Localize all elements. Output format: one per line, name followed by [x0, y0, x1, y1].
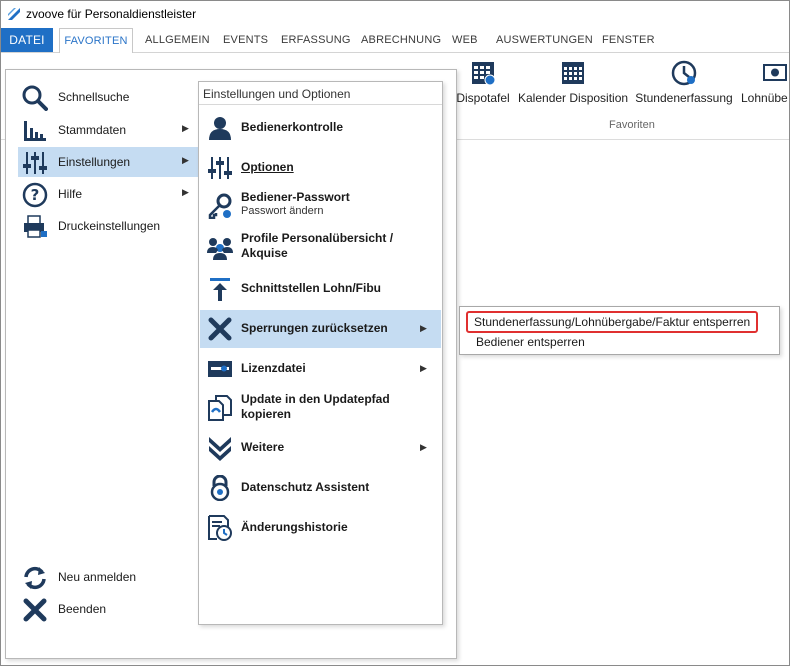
title-bar: zvoove für Personaldienstleister — [1, 1, 789, 27]
submenu-divider — [199, 104, 442, 105]
submenu-item-profile-personaluebersicht[interactable]: Profile Personalübersicht / Akquise — [200, 228, 441, 266]
search-icon — [22, 85, 48, 111]
ribbon-item-label: Kalender Disposition — [518, 91, 629, 105]
submenu-item-label: Schnittstellen Lohn/Fibu — [241, 281, 381, 295]
chevron-right-icon: ▶ — [420, 323, 427, 333]
tab-abrechnung[interactable]: ABRECHNUNG — [361, 28, 441, 52]
chevron-right-icon: ▶ — [420, 442, 427, 452]
menu-item-druckeinstellungen[interactable]: Druckeinstellungen — [18, 211, 198, 241]
submenu-item-update-kopieren[interactable]: Update in den Updatepfad kopieren — [200, 389, 441, 427]
tab-events[interactable]: EVENTS — [223, 28, 268, 52]
refresh-icon — [24, 566, 46, 590]
sliders-icon — [208, 157, 232, 179]
svg-text:?: ? — [31, 186, 40, 204]
submenu-item-sublabel: Passwort ändern — [241, 205, 324, 217]
menu-item-schnellsuche[interactable]: Schnellsuche — [18, 82, 198, 112]
submenu-item-label: Profile Personalübersicht / Akquise — [241, 231, 394, 260]
ribbon-dispotafel-button[interactable]: Dispotafel — [453, 59, 513, 105]
submenu-item-label: Lizenzdatei — [241, 361, 306, 375]
calendar-icon — [562, 62, 584, 84]
chevron-right-icon: ▶ — [420, 363, 427, 373]
clock-icon — [671, 60, 697, 86]
menu-item-neu-anmelden[interactable]: Neu anmelden — [18, 562, 198, 592]
submenu-item-label: Änderungshistorie — [241, 520, 348, 534]
tab-allgemein[interactable]: ALLGEMEIN — [145, 28, 210, 52]
money-icon — [763, 64, 787, 81]
submenu-item-bedienerkontrolle[interactable]: Bedienerkontrolle — [200, 109, 441, 147]
submenu-item-label: Update in den Updatepfad kopieren — [241, 392, 390, 421]
tab-auswertungen[interactable]: AUSWERTUNGEN — [496, 28, 593, 52]
history-document-icon — [208, 515, 232, 541]
menu-item-stammdaten[interactable]: Stammdaten ▶ — [18, 115, 198, 145]
upload-arrow-icon — [210, 278, 230, 301]
menu-item-einstellungen[interactable]: Einstellungen ▶ — [18, 147, 198, 177]
menu-item-label: Einstellungen — [58, 155, 131, 169]
chevron-right-icon: ▶ — [182, 187, 189, 197]
menu-item-beenden[interactable]: Beenden — [18, 594, 198, 624]
submenu-item-label: Datenschutz Assistent — [241, 480, 370, 494]
chevron-right-icon: ▶ — [182, 123, 189, 133]
tab-fenster[interactable]: FENSTER — [602, 28, 655, 52]
tab-web[interactable]: WEB — [452, 28, 478, 52]
submenu-item-label: Optionen — [241, 160, 294, 174]
window-title: zvoove für Personaldienstleister — [26, 7, 197, 21]
printer-icon — [24, 215, 47, 238]
app-window: zvoove für Personaldienstleister DATEI F… — [0, 0, 790, 666]
ribbon-item-label: Lohnübe — [741, 91, 788, 105]
submenu-item-schnittstellen[interactable]: Schnittstellen Lohn/Fibu — [200, 270, 441, 308]
tab-favoriten[interactable]: FAVORITEN — [59, 28, 133, 54]
popup-item-stundenerfassung-entsperren[interactable]: Stundenerfassung/Lohnübergabe/Faktur ent… — [466, 311, 759, 333]
popup-item-bediener-entsperren[interactable]: Bediener entsperren — [468, 333, 593, 351]
bar-chart-icon — [24, 121, 46, 141]
submenu-item-bediener-passwort[interactable]: Bediener-Passwort Passwort ändern — [200, 187, 441, 225]
dispotafel-icon — [472, 62, 496, 86]
key-icon — [208, 193, 232, 219]
menu-item-label: Stammdaten — [58, 123, 127, 137]
ribbon-kalender-disposition-button[interactable]: Kalender Disposition — [518, 59, 628, 105]
submenu-item-weitere[interactable]: Weitere ▶ — [200, 429, 441, 467]
group-icon — [207, 238, 233, 260]
menu-item-label: Neu anmelden — [58, 570, 137, 584]
sperrungen-popup-menu: Stundenerfassung/Lohnübergabe/Faktur ent… — [459, 306, 780, 355]
close-icon — [23, 598, 47, 622]
user-icon — [209, 117, 231, 140]
menu-item-hilfe[interactable]: ? Hilfe ▶ — [18, 179, 198, 209]
license-card-icon — [208, 361, 232, 377]
ribbon-stundenerfassung-button[interactable]: Stundenerfassung — [635, 59, 733, 105]
submenu-item-lizenzdatei[interactable]: Lizenzdatei ▶ — [200, 350, 441, 388]
einstellungen-submenu: Einstellungen und Optionen Bedienerkontr… — [198, 81, 443, 625]
submenu-item-sperrungen-zuruecksetzen[interactable]: Sperrungen zurücksetzen ▶ — [200, 310, 441, 348]
menu-item-label: Schnellsuche — [58, 90, 130, 104]
ribbon-item-label: Dispotafel — [456, 91, 510, 105]
padlock-icon — [210, 475, 230, 501]
sliders-icon — [23, 152, 47, 174]
submenu-header: Einstellungen und Optionen — [203, 87, 351, 101]
submenu-item-label: Bediener-Passwort — [241, 190, 350, 204]
help-icon: ? — [22, 182, 48, 208]
app-logo-icon — [8, 8, 20, 20]
ribbon-lohnuebergabe-button[interactable]: Lohnübe — [741, 59, 789, 105]
x-mark-icon — [208, 317, 232, 341]
double-chevron-down-icon — [209, 437, 231, 461]
ribbon-item-label: Stundenerfassung — [635, 91, 733, 105]
file-copy-icon — [208, 395, 232, 421]
tab-datei[interactable]: DATEI — [1, 28, 53, 52]
submenu-item-aenderungshistorie[interactable]: Änderungshistorie — [200, 509, 441, 547]
submenu-item-optionen[interactable]: Optionen — [200, 149, 441, 187]
chevron-right-icon: ▶ — [182, 155, 189, 165]
ribbon-tab-bar: DATEI FAVORITEN ALLGEMEIN EVENTS ERFASSU… — [1, 28, 789, 54]
tab-erfassung[interactable]: ERFASSUNG — [281, 28, 351, 52]
ribbon-group-label: Favoriten — [609, 119, 655, 131]
menu-item-label: Druckeinstellungen — [58, 219, 161, 233]
menu-item-label: Beenden — [58, 602, 107, 616]
submenu-item-label: Bedienerkontrolle — [241, 120, 344, 134]
submenu-item-datenschutz-assistent[interactable]: Datenschutz Assistent — [200, 469, 441, 507]
menu-item-label: Hilfe — [58, 187, 83, 201]
submenu-item-label: Weitere — [241, 440, 285, 454]
submenu-item-label: Sperrungen zurücksetzen — [241, 321, 388, 335]
